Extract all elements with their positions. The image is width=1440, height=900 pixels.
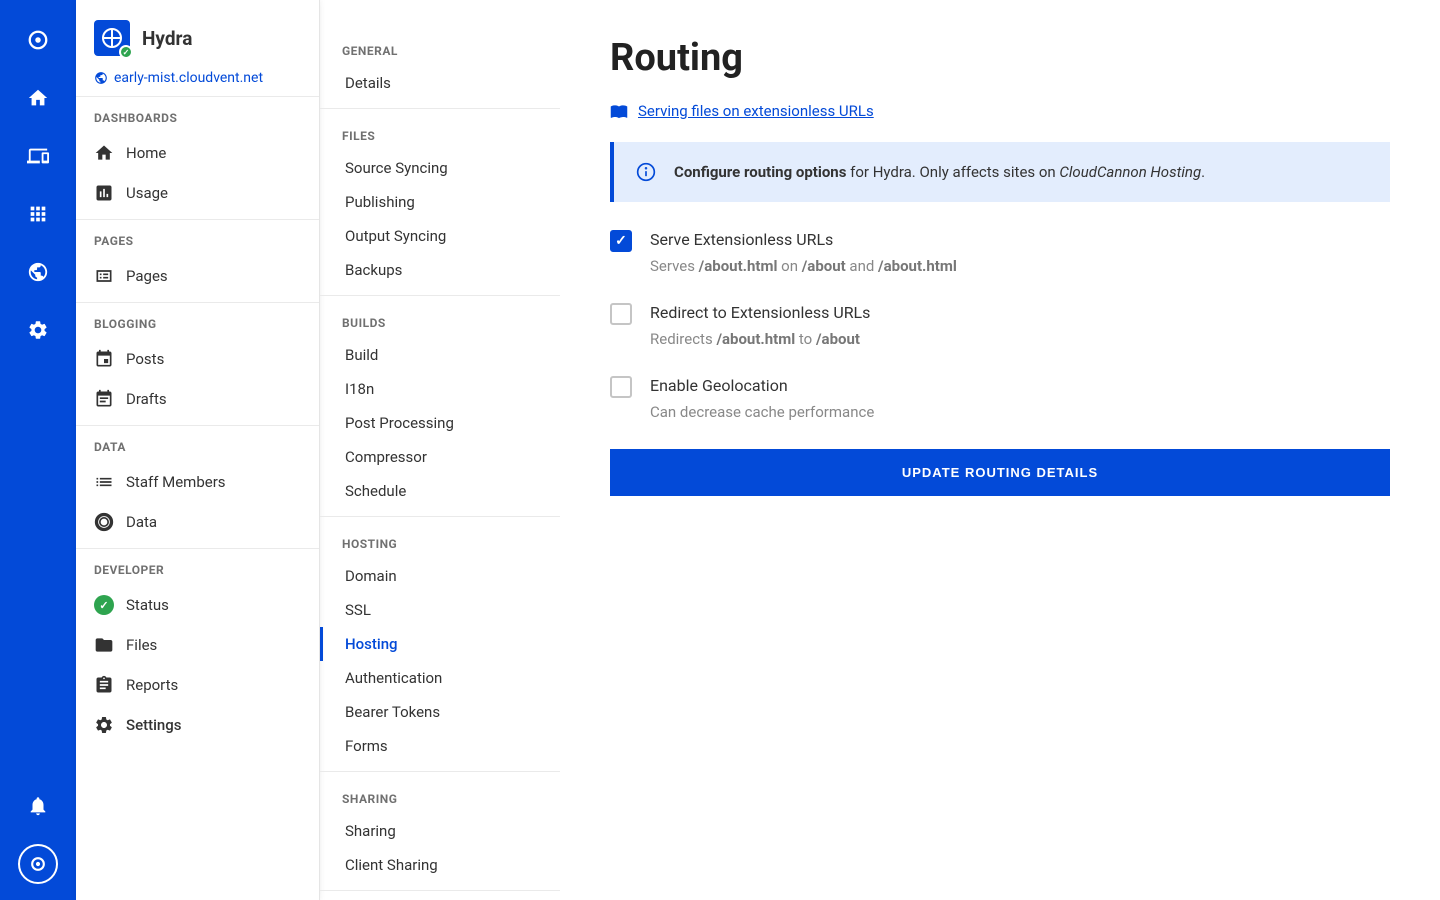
site-name: Hydra	[142, 27, 192, 50]
settings-group-header: HOSTING	[320, 527, 560, 559]
settings-item-output-syncing[interactable]: Output Syncing	[320, 219, 560, 253]
sidebar-item-status[interactable]: ✓ Status	[76, 585, 319, 625]
sidebar-item-home[interactable]: Home	[76, 133, 319, 173]
sidebar-item-label: Settings	[126, 716, 182, 734]
info-icon	[636, 162, 656, 182]
sidebar-item-label: Pages	[126, 267, 168, 285]
settings-item-sharing[interactable]: Sharing	[320, 814, 560, 848]
nav-section-header: DATA	[76, 440, 319, 462]
status-dot	[119, 45, 133, 59]
site-url-link[interactable]: early-mist.cloudvent.net	[94, 70, 301, 86]
clipboard-icon	[94, 675, 114, 695]
option-label: Serve Extensionless URLs	[650, 230, 1390, 249]
folder-icon	[94, 635, 114, 655]
settings-item-compressor[interactable]: Compressor	[320, 440, 560, 474]
settings-item-backups[interactable]: Backups	[320, 253, 560, 287]
settings-item-client-sharing[interactable]: Client Sharing	[320, 848, 560, 882]
sidebar-item-label: Data	[126, 513, 157, 531]
main-content: Routing Serving files on extensionless U…	[560, 0, 1440, 900]
sidebar-item-usage[interactable]: Usage	[76, 173, 319, 213]
rail-account-icon[interactable]	[18, 844, 58, 884]
settings-group-header: FILES	[320, 119, 560, 151]
sidebar-item-drafts[interactable]: Drafts	[76, 379, 319, 419]
gear-icon	[94, 715, 114, 735]
update-routing-button[interactable]: UPDATE ROUTING DETAILS	[610, 449, 1390, 496]
sidebar-item-files[interactable]: Files	[76, 625, 319, 665]
sidebar-item-label: Staff Members	[126, 473, 226, 491]
settings-item-ssl[interactable]: SSL	[320, 593, 560, 627]
page-title: Routing	[610, 36, 1390, 80]
sidebar-item-label: Files	[126, 636, 157, 654]
option-label: Enable Geolocation	[650, 376, 1390, 395]
settings-item-i18n[interactable]: I18n	[320, 372, 560, 406]
nav-section-header: DASHBOARDS	[76, 111, 319, 133]
settings-item-details[interactable]: Details	[320, 66, 560, 100]
option-row: Enable Geolocation Can decrease cache per…	[610, 376, 1390, 421]
option-row: Serve Extensionless URLs Serves /about.ht…	[610, 230, 1390, 275]
sidebar-item-staff-members[interactable]: Staff Members	[76, 462, 319, 502]
status-check-icon: ✓	[94, 595, 114, 615]
site-url-text: early-mist.cloudvent.net	[114, 70, 263, 86]
doc-link-text: Serving files on extensionless URLs	[638, 102, 874, 120]
settings-item-domain[interactable]: Domain	[320, 559, 560, 593]
globe-icon	[94, 71, 108, 85]
sidebar-item-label: Home	[126, 144, 166, 162]
settings-item-forms[interactable]: Forms	[320, 729, 560, 763]
settings-nav: GENERALDetails FILESSource SyncingPublish…	[320, 0, 560, 900]
sidebar-item-posts[interactable]: Posts	[76, 339, 319, 379]
rail-home-icon[interactable]	[18, 78, 58, 118]
site-logo	[94, 20, 130, 56]
settings-item-schedule[interactable]: Schedule	[320, 474, 560, 508]
settings-group-header: GENERAL	[320, 34, 560, 66]
chart-icon	[94, 183, 114, 203]
settings-item-hosting[interactable]: Hosting	[320, 627, 560, 661]
sidebar-item-label: Usage	[126, 184, 168, 202]
nav-section-header: BLOGGING	[76, 317, 319, 339]
event-draft-icon	[94, 389, 114, 409]
rail-devices-icon[interactable]	[18, 136, 58, 176]
sidebar-item-label: Reports	[126, 676, 178, 694]
sidebar-item-label: Status	[126, 596, 169, 614]
list-icon	[94, 472, 114, 492]
page-icon	[94, 266, 114, 286]
info-box: Configure routing options for Hydra. Onl…	[610, 142, 1390, 202]
option-row: Redirect to Extensionless URLs Redirects …	[610, 303, 1390, 348]
sidebar-item-reports[interactable]: Reports	[76, 665, 319, 705]
settings-item-build[interactable]: Build	[320, 338, 560, 372]
book-icon	[610, 102, 628, 120]
option-help: Redirects /about.html to /about	[650, 330, 1390, 348]
doc-link[interactable]: Serving files on extensionless URLs	[610, 102, 1390, 120]
nav-rail	[0, 0, 76, 900]
settings-group-header: BUILDS	[320, 306, 560, 338]
rail-apps-icon[interactable]	[18, 194, 58, 234]
nav-section-header: PAGES	[76, 234, 319, 256]
home-icon	[94, 143, 114, 163]
event-icon	[94, 349, 114, 369]
settings-item-authentication[interactable]: Authentication	[320, 661, 560, 695]
sidebar-item-settings[interactable]: Settings	[76, 705, 319, 745]
settings-item-bearer-tokens[interactable]: Bearer Tokens	[320, 695, 560, 729]
info-text: Configure routing options for Hydra. Onl…	[674, 163, 1205, 181]
option-help: Serves /about.html on /about and /about.…	[650, 257, 1390, 275]
sidebar-item-label: Drafts	[126, 390, 167, 408]
nav-section-header: DEVELOPER	[76, 563, 319, 585]
checkbox-enable-geolocation[interactable]	[610, 376, 632, 398]
sidebar-item-pages[interactable]: Pages	[76, 256, 319, 296]
option-help: Can decrease cache performance	[650, 403, 1390, 421]
donut-icon	[94, 512, 114, 532]
rail-notifications-icon[interactable]	[18, 786, 58, 826]
settings-item-source-syncing[interactable]: Source Syncing	[320, 151, 560, 185]
rail-settings-icon[interactable]	[18, 310, 58, 350]
checkbox-redirect-to-extensionless-urls[interactable]	[610, 303, 632, 325]
rail-logo[interactable]	[18, 20, 58, 60]
settings-item-publishing[interactable]: Publishing	[320, 185, 560, 219]
site-sidebar: Hydra early-mist.cloudvent.net DASHBOARD…	[76, 0, 320, 900]
rail-globe-icon[interactable]	[18, 252, 58, 292]
sidebar-item-data[interactable]: Data	[76, 502, 319, 542]
settings-group-header: SHARING	[320, 782, 560, 814]
sidebar-item-label: Posts	[126, 350, 164, 368]
option-label: Redirect to Extensionless URLs	[650, 303, 1390, 322]
checkbox-serve-extensionless-urls[interactable]	[610, 230, 632, 252]
settings-item-post-processing[interactable]: Post Processing	[320, 406, 560, 440]
